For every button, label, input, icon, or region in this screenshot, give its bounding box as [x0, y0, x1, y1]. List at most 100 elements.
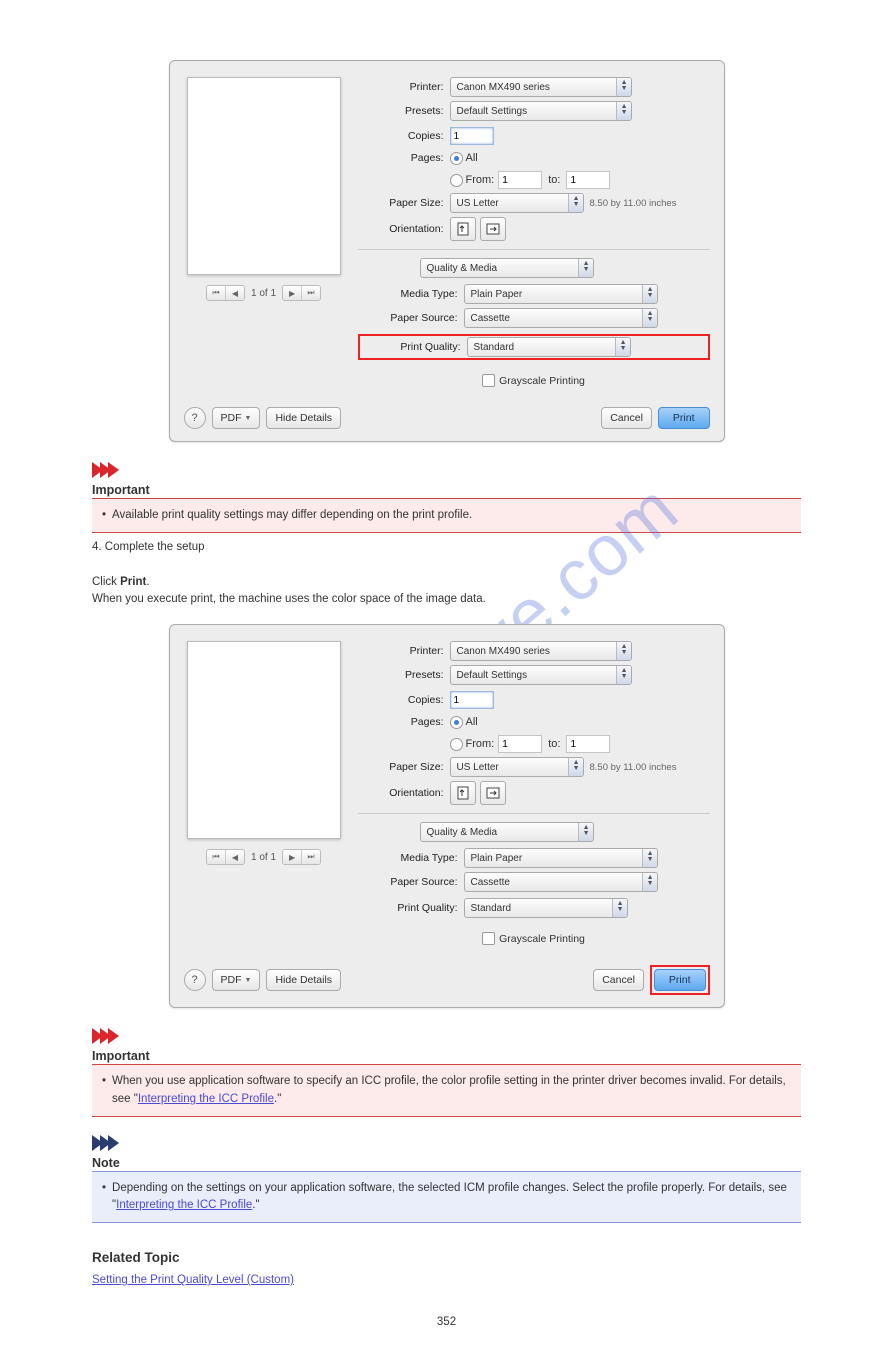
pages-all-radio[interactable]: [450, 152, 463, 165]
papersize-select[interactable]: US Letter▲▼: [450, 757, 584, 777]
nav-prev-icon[interactable]: ◀: [226, 850, 244, 864]
pages-from-label: From:: [466, 174, 495, 186]
related-topic-link[interactable]: Setting the Print Quality Level (Custom): [92, 1274, 294, 1286]
print-button[interactable]: Print: [658, 407, 710, 429]
pages-all-label: All: [466, 152, 478, 164]
copies-input[interactable]: [450, 127, 494, 145]
pages-from-radio[interactable]: [450, 738, 463, 751]
pages-from-input[interactable]: [498, 735, 542, 753]
printer-select[interactable]: Canon MX490 series▲▼: [450, 77, 632, 97]
page-indicator: 1 of 1: [251, 288, 276, 299]
step-title: Complete the setup: [105, 541, 205, 553]
papersize-dimensions: 8.50 by 11.00 inches: [590, 198, 677, 209]
page-indicator: 1 of 1: [251, 852, 276, 863]
papersource-label: Paper Source:: [358, 876, 464, 888]
grayscale-checkbox[interactable]: [482, 932, 495, 945]
pages-to-label: to:: [548, 738, 560, 750]
pages-to-input[interactable]: [566, 171, 610, 189]
orientation-landscape-icon[interactable]: [480, 781, 506, 805]
important2-text-b: .": [274, 1093, 281, 1105]
orientation-portrait-icon[interactable]: [450, 217, 476, 241]
orientation-label: Orientation:: [358, 223, 450, 235]
pdf-dropdown-button[interactable]: PDF: [212, 407, 261, 429]
grayscale-label: Grayscale Printing: [499, 933, 585, 945]
printquality-select[interactable]: Standard▲▼: [464, 898, 628, 918]
preview-thumbnail: [187, 641, 341, 839]
nav-first-icon[interactable]: ⏮: [207, 850, 226, 864]
presets-label: Presets:: [358, 669, 450, 681]
pages-from-radio[interactable]: [450, 174, 463, 187]
orientation-landscape-icon[interactable]: [480, 217, 506, 241]
printquality-select[interactable]: Standard▲▼: [467, 337, 631, 357]
mediatype-select[interactable]: Plain Paper▲▼: [464, 848, 658, 868]
cancel-button[interactable]: Cancel: [593, 969, 644, 991]
papersize-label: Paper Size:: [358, 197, 450, 209]
orientation-portrait-icon[interactable]: [450, 781, 476, 805]
pages-all-label: All: [466, 716, 478, 728]
nav-prev-icon[interactable]: ◀: [226, 286, 244, 300]
important-chevrons-icon: [92, 1028, 801, 1044]
hide-details-button[interactable]: Hide Details: [266, 407, 341, 429]
papersize-label: Paper Size:: [358, 761, 450, 773]
pages-from-label: From:: [466, 738, 495, 750]
papersource-select[interactable]: Cassette▲▼: [464, 308, 658, 328]
step-detail-d: When you execute print, the machine uses…: [92, 593, 486, 605]
note-heading: Note: [92, 1155, 801, 1171]
grayscale-label: Grayscale Printing: [499, 375, 585, 387]
important-heading: Important: [92, 482, 801, 498]
nav-last-icon[interactable]: ⏭: [302, 850, 320, 864]
pages-to-label: to:: [548, 174, 560, 186]
printquality-label: Print Quality:: [358, 902, 464, 914]
papersource-label: Paper Source:: [358, 312, 464, 324]
step-detail-c: .: [146, 576, 149, 588]
help-icon[interactable]: ?: [184, 407, 206, 429]
mediatype-label: Media Type:: [358, 288, 464, 300]
printquality-label: Print Quality:: [361, 341, 467, 353]
nav-last-icon[interactable]: ⏭: [302, 286, 320, 300]
orientation-label: Orientation:: [358, 787, 450, 799]
pages-label: Pages:: [358, 716, 450, 728]
important2-link[interactable]: Interpreting the ICC Profile: [138, 1093, 274, 1105]
nav-next-icon[interactable]: ▶: [283, 850, 302, 864]
papersource-select[interactable]: Cassette▲▼: [464, 872, 658, 892]
mediatype-label: Media Type:: [358, 852, 464, 864]
copies-label: Copies:: [358, 694, 450, 706]
pages-from-input[interactable]: [498, 171, 542, 189]
preview-thumbnail: [187, 77, 341, 275]
note-bullet1-b: .": [252, 1199, 259, 1211]
related-topic-heading: Related Topic: [92, 1249, 801, 1266]
copies-input[interactable]: [450, 691, 494, 709]
step-detail-a: Click: [92, 576, 120, 588]
presets-select[interactable]: Default Settings▲▼: [450, 101, 632, 121]
pdf-dropdown-button[interactable]: PDF: [212, 969, 261, 991]
papersize-dimensions: 8.50 by 11.00 inches: [590, 762, 677, 773]
nav-next-icon[interactable]: ▶: [283, 286, 302, 300]
print-button[interactable]: Print: [654, 969, 706, 991]
note-bullet1-link[interactable]: Interpreting the ICC Profile: [116, 1199, 252, 1211]
printer-label: Printer:: [358, 645, 450, 657]
pages-all-radio[interactable]: [450, 716, 463, 729]
pages-to-input[interactable]: [566, 735, 610, 753]
hide-details-button[interactable]: Hide Details: [266, 969, 341, 991]
printer-label: Printer:: [358, 81, 450, 93]
page-number: 352: [92, 1316, 801, 1328]
presets-label: Presets:: [358, 105, 450, 117]
important-heading-2: Important: [92, 1048, 801, 1064]
copies-label: Copies:: [358, 130, 450, 142]
print-dialog-1: ⏮ ◀ 1 of 1 ▶ ⏭ Printer: Canon MX490 seri…: [169, 60, 725, 442]
section-select[interactable]: Quality & Media▲▼: [420, 258, 594, 278]
mediatype-select[interactable]: Plain Paper▲▼: [464, 284, 658, 304]
help-icon[interactable]: ?: [184, 969, 206, 991]
papersize-select[interactable]: US Letter▲▼: [450, 193, 584, 213]
section-select[interactable]: Quality & Media▲▼: [420, 822, 594, 842]
print-dialog-2: ⏮ ◀ 1 of 1 ▶ ⏭ Printer: Canon MX490 seri…: [169, 624, 725, 1008]
pages-label: Pages:: [358, 152, 450, 164]
important-body-1: Available print quality settings may dif…: [112, 507, 472, 524]
printer-select[interactable]: Canon MX490 series▲▼: [450, 641, 632, 661]
grayscale-checkbox[interactable]: [482, 374, 495, 387]
nav-first-icon[interactable]: ⏮: [207, 286, 226, 300]
step-number: 4.: [92, 541, 102, 553]
cancel-button[interactable]: Cancel: [601, 407, 652, 429]
important-chevrons-icon: [92, 462, 801, 478]
presets-select[interactable]: Default Settings▲▼: [450, 665, 632, 685]
